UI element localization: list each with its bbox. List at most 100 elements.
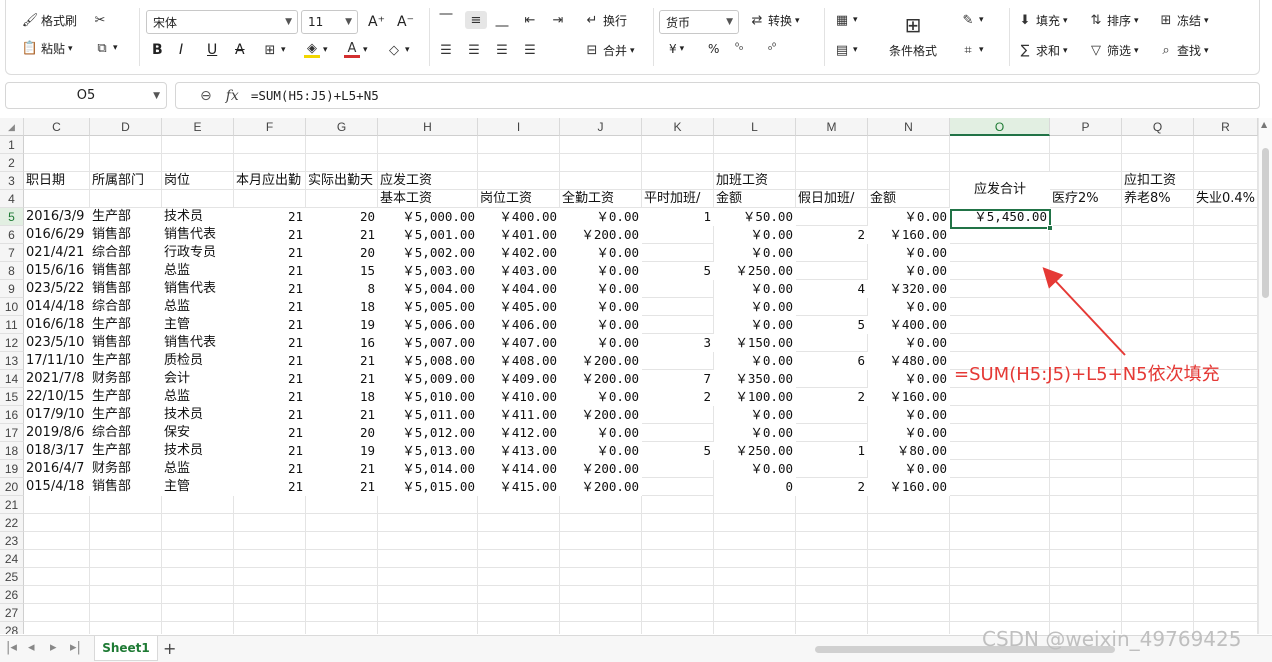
align-right-button[interactable]: ☰	[494, 42, 510, 58]
row-header-17[interactable]: 17	[0, 424, 24, 442]
data-cell-l[interactable]: ￥150.00	[714, 334, 796, 352]
data-cell-c[interactable]: 023/5/10	[24, 334, 90, 352]
data-cell-f[interactable]: 21	[234, 424, 306, 442]
data-cell-c[interactable]: 2016/4/7	[24, 460, 90, 478]
data-cell-d[interactable]: 生产部	[90, 388, 162, 406]
data-cell-n[interactable]: ￥160.00	[868, 388, 950, 406]
data-cell-g[interactable]: 8	[306, 280, 378, 298]
data-cell-i[interactable]: ￥400.00	[478, 208, 560, 226]
data-cell-e[interactable]: 保安	[162, 424, 234, 442]
data-cell-e[interactable]: 技术员	[162, 442, 234, 460]
data-cell-l[interactable]: ￥0.00	[714, 298, 796, 316]
data-cell-f[interactable]: 21	[234, 370, 306, 388]
data-cell-e[interactable]: 总监	[162, 388, 234, 406]
data-cell-d[interactable]: 销售部	[90, 226, 162, 244]
row-header-19[interactable]: 19	[0, 460, 24, 478]
decrease-decimal-button[interactable]: ₀⁰	[768, 42, 776, 53]
data-cell-h[interactable]: ￥5,008.00	[378, 352, 478, 370]
data-cell-n[interactable]: ￥480.00	[868, 352, 950, 370]
column-header-l[interactable]: L	[714, 118, 796, 136]
borders-button[interactable]: ⊞ ▾	[262, 42, 286, 58]
header-cell-m[interactable]: 假日加班/	[796, 190, 868, 208]
row-header-12[interactable]: 12	[0, 334, 24, 352]
data-cell-j[interactable]: ￥0.00	[560, 424, 642, 442]
data-cell-j[interactable]: ￥0.00	[560, 334, 642, 352]
data-cell-f[interactable]: 21	[234, 316, 306, 334]
justify-button[interactable]: ☰	[522, 42, 538, 58]
align-top-button[interactable]: ⎺	[438, 12, 454, 28]
data-cell-h[interactable]: ￥5,005.00	[378, 298, 478, 316]
data-cell-c[interactable]: 22/10/15	[24, 388, 90, 406]
data-cell-d[interactable]: 生产部	[90, 208, 162, 226]
data-cell-n[interactable]: ￥320.00	[868, 280, 950, 298]
align-middle-button[interactable]: ≡	[465, 11, 487, 29]
data-cell-m[interactable]: 2	[796, 388, 868, 406]
data-cell-i[interactable]: ￥412.00	[478, 424, 560, 442]
row-header-20[interactable]: 20	[0, 478, 24, 496]
cell-format-button[interactable]: ⌗ ▾	[960, 42, 983, 58]
row-header-14[interactable]: 14	[0, 370, 24, 388]
data-cell-m[interactable]: 2	[796, 478, 868, 496]
data-cell-j[interactable]: ￥0.00	[560, 244, 642, 262]
data-cell-k[interactable]: 5	[642, 442, 714, 460]
row-header-22[interactable]: 22	[0, 514, 24, 532]
data-cell-n[interactable]: ￥0.00	[868, 244, 950, 262]
data-cell-m[interactable]: 6	[796, 352, 868, 370]
data-cell-l[interactable]: 0	[714, 478, 796, 496]
data-cell-i[interactable]: ￥407.00	[478, 334, 560, 352]
fill-handle[interactable]	[1047, 225, 1053, 231]
data-cell-d[interactable]: 销售部	[90, 280, 162, 298]
data-cell-d[interactable]: 综合部	[90, 298, 162, 316]
data-cell-k[interactable]: 1	[642, 208, 714, 226]
row-header-26[interactable]: 26	[0, 586, 24, 604]
underline-button[interactable]: U	[207, 42, 217, 58]
data-cell-i[interactable]: ￥414.00	[478, 460, 560, 478]
data-cell-g[interactable]: 18	[306, 298, 378, 316]
data-cell-h[interactable]: ￥5,003.00	[378, 262, 478, 280]
row-header-24[interactable]: 24	[0, 550, 24, 568]
data-cell-f[interactable]: 21	[234, 406, 306, 424]
data-cell-e[interactable]: 质检员	[162, 352, 234, 370]
vertical-scrollbar[interactable]: ▲	[1258, 118, 1272, 634]
data-cell-g[interactable]: 21	[306, 460, 378, 478]
data-cell-g[interactable]: 19	[306, 442, 378, 460]
data-cell-k[interactable]: 3	[642, 334, 714, 352]
format-painter-button[interactable]: 🖌 格式刷	[22, 12, 77, 29]
row-header-23[interactable]: 23	[0, 532, 24, 550]
column-header-p[interactable]: P	[1050, 118, 1122, 136]
data-cell-l[interactable]: ￥0.00	[714, 424, 796, 442]
data-cell-e[interactable]: 销售代表	[162, 334, 234, 352]
data-cell-h[interactable]: ￥5,015.00	[378, 478, 478, 496]
fill-button[interactable]: ⬇ 填充 ▾	[1017, 12, 1068, 29]
data-cell-g[interactable]: 16	[306, 334, 378, 352]
row-header-27[interactable]: 27	[0, 604, 24, 622]
data-cell-i[interactable]: ￥410.00	[478, 388, 560, 406]
data-cell-e[interactable]: 技术员	[162, 208, 234, 226]
wrap-text-button[interactable]: ↵ 换行	[584, 12, 627, 29]
currency-button[interactable]: ¥ ▾	[669, 42, 684, 56]
increase-indent-button[interactable]: ⇥	[550, 12, 566, 28]
header-cell-h[interactable]: 基本工资	[378, 190, 478, 208]
row-header-10[interactable]: 10	[0, 298, 24, 316]
data-cell-h[interactable]: ￥5,010.00	[378, 388, 478, 406]
data-cell-k[interactable]: 5	[642, 262, 714, 280]
data-cell-i[interactable]: ￥404.00	[478, 280, 560, 298]
decrease-indent-button[interactable]: ⇤	[522, 12, 538, 28]
data-cell-i[interactable]: ￥401.00	[478, 226, 560, 244]
data-cell-j[interactable]: ￥0.00	[560, 262, 642, 280]
paste-button[interactable]: 📋 粘贴 ▾	[22, 40, 73, 57]
data-cell-n[interactable]: ￥0.00	[868, 370, 950, 388]
data-cell-i[interactable]: ￥411.00	[478, 406, 560, 424]
strikethrough-button[interactable]: A	[235, 42, 245, 58]
align-bottom-button[interactable]: ⎽	[494, 12, 510, 28]
header-cell-i[interactable]: 岗位工资	[478, 190, 560, 208]
italic-button[interactable]: I	[179, 42, 183, 58]
column-header-q[interactable]: Q	[1122, 118, 1194, 136]
row-header-18[interactable]: 18	[0, 442, 24, 460]
data-cell-n[interactable]: ￥0.00	[868, 334, 950, 352]
data-cell-c[interactable]: 018/3/17	[24, 442, 90, 460]
data-cell-g[interactable]: 20	[306, 424, 378, 442]
data-cell-c[interactable]: 2019/8/6	[24, 424, 90, 442]
first-sheet-icon[interactable]: |◂	[6, 640, 17, 655]
data-cell-g[interactable]: 21	[306, 406, 378, 424]
